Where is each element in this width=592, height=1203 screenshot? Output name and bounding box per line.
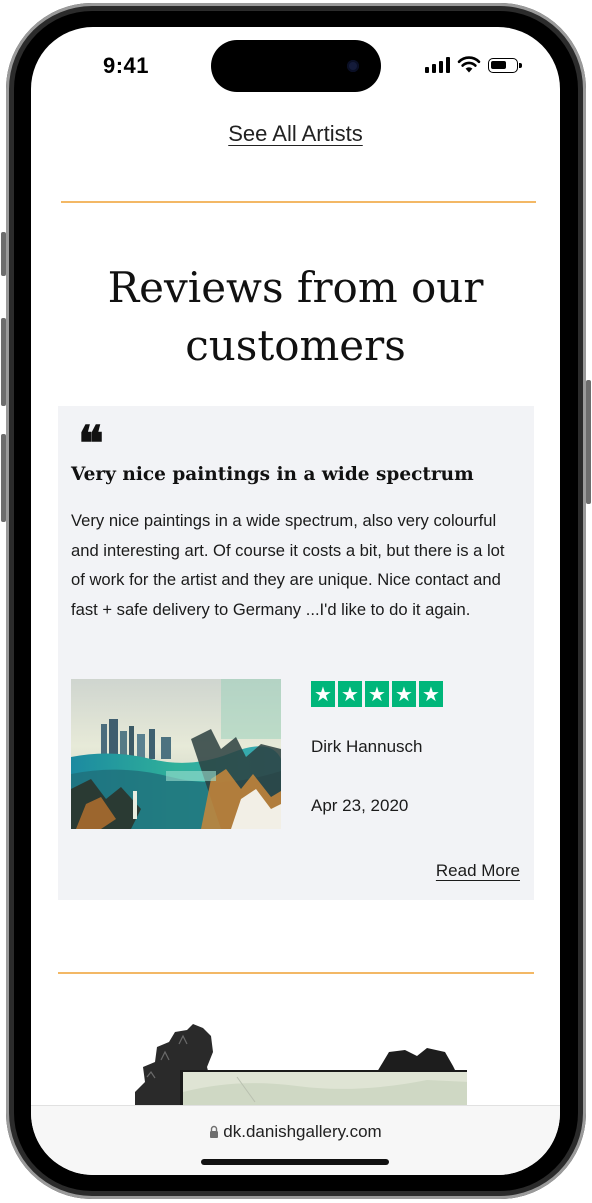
volume-down-button (1, 434, 6, 522)
review-body: Very nice paintings in a wide spectrum, … (71, 511, 505, 619)
wifi-icon (457, 56, 481, 73)
reviews-heading-line2: customers (185, 321, 406, 370)
reviewer-name: Dirk Hannusch (311, 737, 423, 756)
dynamic-island (211, 40, 381, 92)
browser-address-bar[interactable]: dk.danishgallery.com (31, 1105, 560, 1175)
quote-icon: ❝ (78, 416, 104, 472)
battery-icon (488, 58, 522, 73)
reviews-heading-line1: Reviews from our (107, 263, 484, 312)
star-icon: ★ (365, 681, 389, 707)
home-indicator[interactable] (201, 1159, 389, 1165)
star-icon: ★ (392, 681, 416, 707)
status-time: 9:41 (103, 53, 150, 78)
lock-icon (210, 1125, 219, 1138)
review-painting-image[interactable] (71, 679, 281, 829)
section-divider-bottom (58, 972, 534, 974)
see-all-artists-label[interactable]: See All Artists (228, 121, 363, 146)
star-icon: ★ (311, 681, 335, 707)
action-button (1, 232, 6, 276)
review-date: Apr 23, 2020 (311, 796, 409, 815)
section-divider-top (61, 201, 536, 203)
see-all-artists-link[interactable]: See All Artists (31, 121, 560, 147)
url-field[interactable]: dk.danishgallery.com (31, 1122, 560, 1142)
status-icons (425, 56, 522, 73)
review-card: ❝ Very nice paintings in a wide spectrum… (58, 406, 534, 900)
cellular-signal-icon (425, 57, 450, 73)
url-text[interactable]: dk.danishgallery.com (223, 1122, 381, 1141)
volume-up-button (1, 318, 6, 406)
reviews-heading: Reviews from our customers (71, 259, 520, 375)
power-button (586, 380, 591, 504)
battery-level (491, 61, 507, 69)
star-icon: ★ (338, 681, 362, 707)
artwork-preview-image[interactable] (127, 1022, 467, 1112)
read-more-link[interactable]: Read More (436, 861, 520, 881)
screen: 9:41 See All Artists Reviews from our cu… (31, 27, 560, 1175)
camera-icon (347, 60, 359, 72)
star-icon: ★ (419, 681, 443, 707)
review-title: Very nice paintings in a wide spectrum (71, 464, 474, 485)
rating-stars: ★ ★ ★ ★ ★ (311, 681, 443, 707)
